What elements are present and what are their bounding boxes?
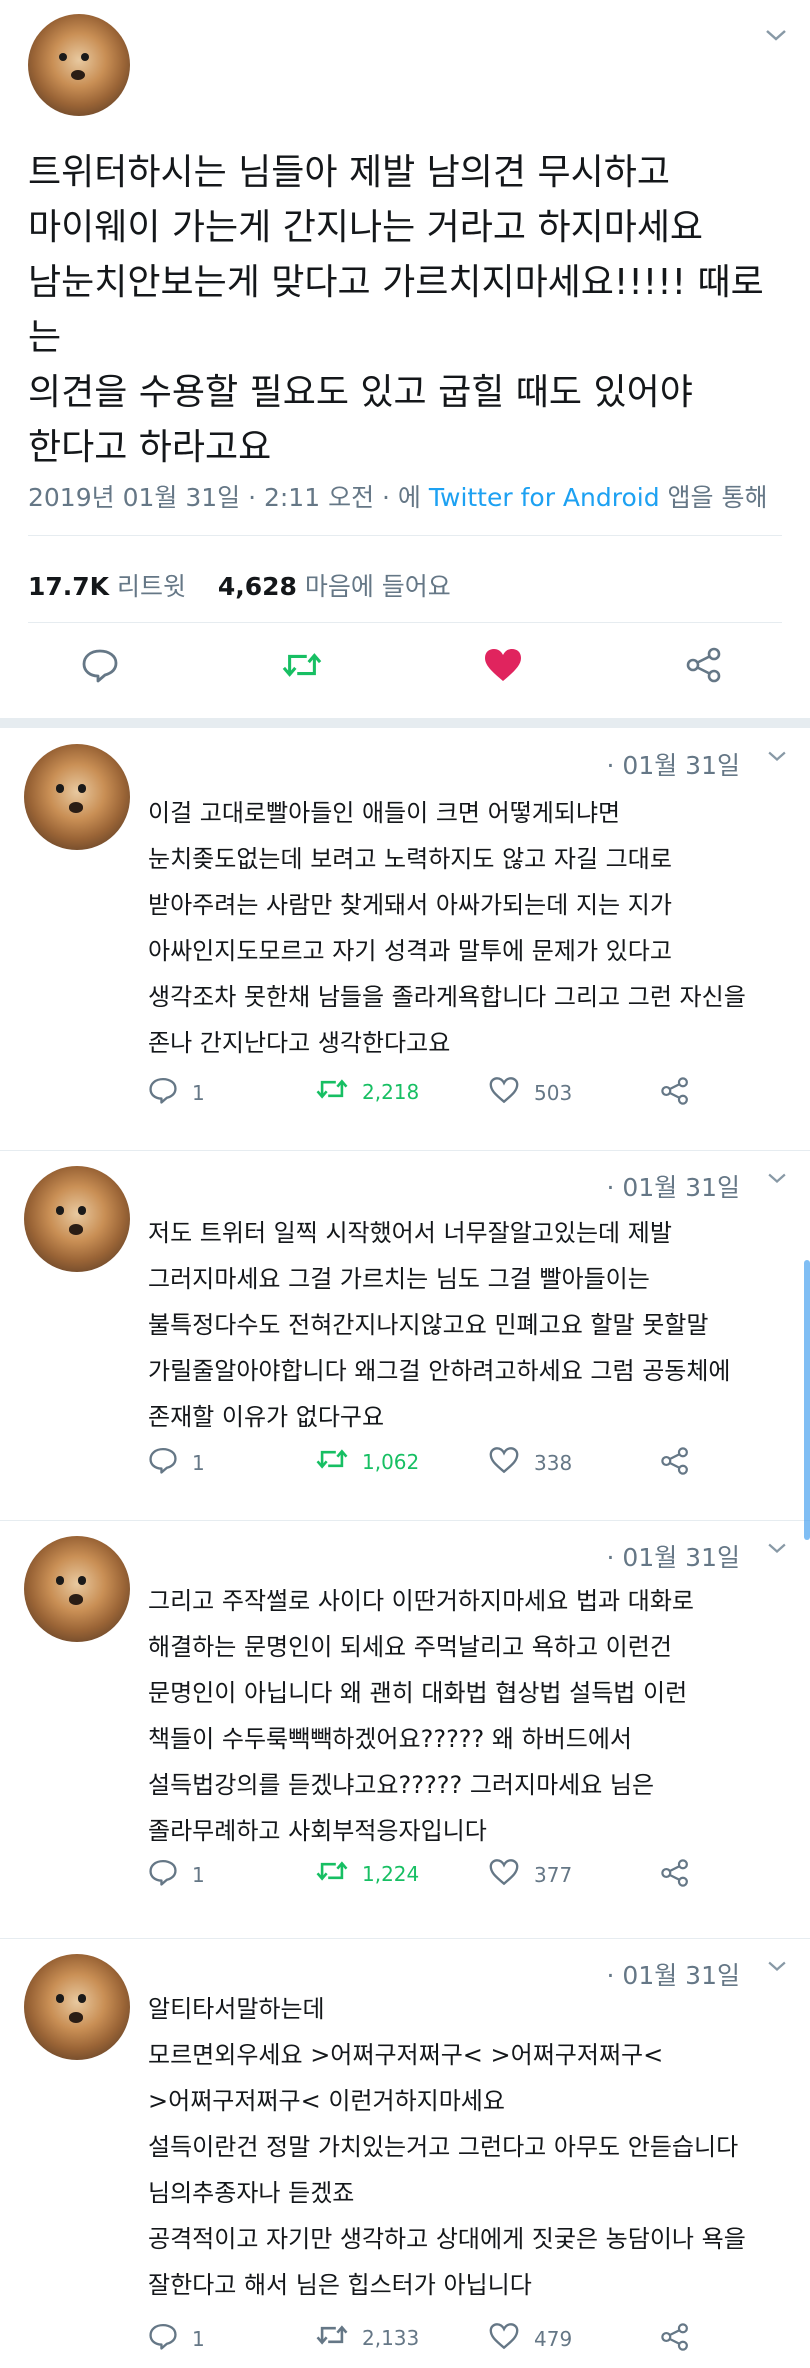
reply-date: · 01월 31일	[606, 751, 740, 780]
retweet-button[interactable]: 1,062	[316, 1446, 419, 1477]
like-label: 마음에 들어요	[296, 572, 451, 601]
reply-button[interactable]: 1	[148, 2322, 205, 2355]
avatar[interactable]	[24, 1954, 130, 2060]
tweet-stats: 17.7K 리트윗 4,628 마음에 들어요	[28, 567, 451, 603]
reply-icon	[148, 1076, 178, 1109]
reply-divider	[0, 1520, 810, 1521]
scrollbar[interactable]	[804, 1260, 810, 1540]
retweet-icon[interactable]	[282, 645, 322, 685]
reply-text: 알티타서말하는데 모르면외우세요 >어쩌구저쩌구< >어쩌구저쩌구< >어쩌구저…	[148, 1995, 746, 2299]
chevron-down-icon[interactable]	[766, 1166, 788, 1191]
retweet-count: 2,133	[362, 2325, 420, 2350]
like-count: 377	[534, 1862, 573, 1887]
chevron-down-icon[interactable]	[764, 24, 788, 49]
chevron-down-icon[interactable]	[766, 744, 788, 769]
reply-tweet[interactable]: · 01월 31일 저도 트위터 일찍 시작했어서 너무잘알고있는데 제발 그러…	[0, 1152, 810, 1520]
reply-divider	[0, 1938, 810, 1939]
retweet-count: 2,218	[362, 1079, 420, 1104]
reply-icon[interactable]	[80, 645, 120, 685]
reply-icon	[148, 2322, 178, 2355]
retweet-count: 1,062	[362, 1449, 420, 1474]
tweet-meta: 2019년 01월 31일 · 2:11 오전 · 에 Twitter for …	[28, 478, 767, 514]
like-button[interactable]: 338	[488, 1446, 572, 1479]
reply-button[interactable]: 1	[148, 1076, 205, 1109]
reply-count: 1	[192, 1450, 205, 1475]
avatar[interactable]	[24, 1536, 130, 1642]
reply-action-bar: 1 1,224 377	[148, 1858, 788, 1902]
share-button[interactable]	[660, 1076, 690, 1111]
reply-count: 1	[192, 1080, 205, 1105]
retweet-icon	[316, 1858, 348, 1889]
like-button[interactable]: 479	[488, 2322, 572, 2355]
share-button[interactable]	[660, 1858, 690, 1893]
avatar[interactable]	[28, 14, 130, 116]
share-icon	[660, 1858, 690, 1893]
reply-date: · 01월 31일	[606, 1543, 740, 1572]
reply-text: 이걸 고대로빨아들인 애들이 크면 어떻게되냐면 눈치좆도없는데 보려고 노력하…	[148, 799, 746, 1057]
reply-date: · 01월 31일	[606, 1173, 740, 1202]
reply-text: 저도 트위터 일찍 시작했어서 너무잘알고있는데 제발 그러지마세요 그걸 가르…	[148, 1219, 731, 1431]
retweet-count[interactable]: 17.7K	[28, 572, 109, 601]
retweet-icon	[316, 1446, 348, 1477]
like-count: 338	[534, 1450, 573, 1475]
like-count[interactable]: 4,628	[218, 572, 297, 601]
retweet-button[interactable]: 2,218	[316, 1076, 419, 1107]
heart-icon	[488, 1858, 520, 1891]
retweet-icon	[316, 1076, 348, 1107]
retweet-button[interactable]: 2,133	[316, 2322, 419, 2353]
reply-count: 1	[192, 1862, 205, 1887]
tweet-text: 트위터하시는 님들아 제발 남의견 무시하고 마이웨이 가는게 간지나는 거라고…	[28, 152, 764, 468]
like-count: 503	[534, 1080, 573, 1105]
chevron-down-icon[interactable]	[766, 1536, 788, 1561]
tweet-source-link[interactable]: Twitter for Android	[429, 483, 660, 512]
reply-button[interactable]: 1	[148, 1446, 205, 1479]
chevron-down-icon[interactable]	[766, 1954, 788, 1979]
reply-button[interactable]: 1	[148, 1858, 205, 1891]
share-icon[interactable]	[684, 645, 724, 685]
heart-icon	[488, 1076, 520, 1109]
section-separator	[0, 718, 810, 728]
like-count: 479	[534, 2326, 573, 2351]
like-button[interactable]: 503	[488, 1076, 572, 1109]
heart-icon	[488, 2322, 520, 2355]
reply-action-bar: 1 2,133 479	[148, 2322, 788, 2366]
share-button[interactable]	[660, 2322, 690, 2357]
reply-divider	[0, 1150, 810, 1151]
reply-tweet[interactable]: · 01월 31일 이걸 고대로빨아들인 애들이 크면 어떻게되냐면 눈치좆도없…	[0, 730, 810, 1150]
divider	[28, 622, 782, 623]
heart-icon	[488, 1446, 520, 1479]
share-icon	[660, 1446, 690, 1481]
avatar[interactable]	[24, 744, 130, 850]
share-icon	[660, 2322, 690, 2357]
heart-icon[interactable]	[483, 645, 523, 685]
retweet-label: 리트윗	[109, 572, 187, 601]
main-tweet: 트위터하시는 님들아 제발 남의견 무시하고 마이웨이 가는게 간지나는 거라고…	[0, 0, 810, 722]
reply-icon	[148, 1446, 178, 1479]
reply-icon	[148, 1858, 178, 1891]
reply-text: 그리고 주작썰로 사이다 이딴거하지마세요 법과 대화로 해결하는 문명인이 되…	[148, 1587, 694, 1845]
reply-count: 1	[192, 2326, 205, 2351]
reply-tweet[interactable]: · 01월 31일 그리고 주작썰로 사이다 이딴거하지마세요 법과 대화로 해…	[0, 1522, 810, 1938]
tweet-action-bar	[0, 645, 810, 705]
reply-action-bar: 1 1,062 338	[148, 1446, 788, 1490]
retweet-icon	[316, 2322, 348, 2353]
share-icon	[660, 1076, 690, 1111]
avatar[interactable]	[24, 1166, 130, 1272]
share-button[interactable]	[660, 1446, 690, 1481]
retweet-button[interactable]: 1,224	[316, 1858, 419, 1889]
divider	[28, 535, 782, 536]
tweet-date: 2019년 01월 31일 · 2:11 오전 · 에	[28, 483, 429, 512]
retweet-count: 1,224	[362, 1861, 420, 1886]
tweet-source-suffix: 앱을 통해	[659, 483, 768, 512]
reply-action-bar: 1 2,218 503	[148, 1076, 788, 1120]
like-button[interactable]: 377	[488, 1858, 572, 1891]
reply-tweet[interactable]: · 01월 31일 알티타서말하는데 모르면외우세요 >어쩌구저쩌구< >어쩌구…	[0, 1940, 810, 2368]
